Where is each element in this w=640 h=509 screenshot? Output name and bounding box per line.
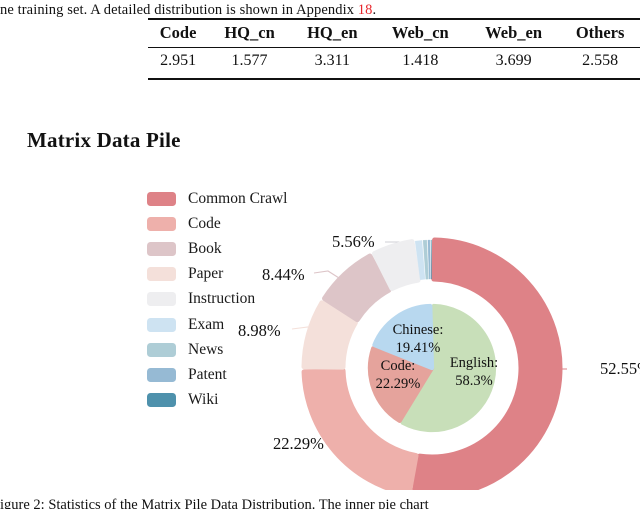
inner-pie-label-name: Code: [381, 358, 416, 374]
outer-percentage-label: 52.55% [600, 359, 640, 378]
data-distribution-donut-chart: 52.55% 22.29% 8.98% 8.44% 5.56% English: 58.3… [238, 232, 640, 490]
table-header-cell: HQ_en [307, 22, 358, 42]
figure-caption: igure 2: Statistics of the Matrix Pile D… [0, 497, 429, 509]
table-header-cell: Others [575, 22, 625, 42]
inner-pie-label-value: 22.29% [376, 376, 421, 392]
table-header-cell: HQ_cn [224, 22, 275, 42]
legend-item-label: Common Crawl [188, 189, 288, 207]
label-leader-line [313, 270, 340, 279]
legend-swatch-icon [147, 342, 176, 357]
legend-swatch-icon [147, 216, 176, 231]
doc-text-reference: 18 [357, 2, 373, 18]
table-header-cell: Web_cn [391, 22, 449, 42]
legend-item-label: Book [188, 239, 222, 257]
legend-item-label: Paper [188, 265, 224, 283]
legend-item-label: Wiki [188, 391, 219, 409]
legend-swatch-icon [147, 393, 176, 408]
inner-pie-label-name: English: [450, 355, 498, 371]
table-cell: 3.311 [314, 51, 350, 69]
legend-swatch-icon [147, 367, 176, 382]
doc-text-before: ne training set. A detailed distribution… [0, 2, 358, 18]
inner-pie-label-name: Chinese: [393, 322, 444, 338]
table-cell: 1.577 [231, 51, 268, 69]
legend-swatch-icon [147, 191, 176, 206]
legend-swatch-icon [147, 292, 176, 307]
legend-item-common-crawl[interactable]: Common Crawl [147, 186, 287, 211]
table-cell: 2.951 [160, 51, 197, 69]
legend-swatch-icon [147, 241, 176, 256]
document-text-line: ne training set. A detailed distribution… [0, 0, 640, 20]
legend-swatch-icon [147, 267, 176, 282]
outer-percentage-label: 8.44% [262, 265, 305, 284]
outer-slice-patent[interactable] [427, 239, 431, 280]
table-row: 2.951 1.577 3.311 1.418 3.699 2.558 [148, 46, 640, 75]
outer-percentage-label: 22.29% [273, 434, 324, 453]
legend-item-label: News [188, 340, 224, 358]
table-header-cell: Web_en [485, 22, 543, 42]
outer-slice-wiki[interactable] [430, 239, 432, 280]
table-cell: 2.558 [582, 51, 619, 69]
statistics-table: Code HQ_cn HQ_en Web_cn Web_en Others 2.… [148, 19, 640, 75]
inner-pie-label-value: 58.3% [455, 373, 492, 389]
table-cell: 1.418 [402, 51, 439, 69]
table-cell: 3.699 [495, 51, 532, 69]
table-header-row: Code HQ_cn HQ_en Web_cn Web_en Others [148, 19, 640, 46]
legend-item-label: Patent [188, 365, 227, 383]
inner-pie-label-value: 19.41% [396, 340, 441, 356]
legend-swatch-icon [147, 317, 176, 332]
legend-item-label: Exam [188, 315, 225, 333]
table-rule-bottom [148, 78, 640, 80]
outer-percentage-label: 8.98% [238, 321, 281, 340]
legend-item-label: Code [188, 214, 221, 232]
table-header-cell: Code [159, 22, 197, 42]
outer-percentage-label: 5.56% [332, 232, 375, 251]
doc-text-after: . [372, 2, 377, 18]
figure-title: Matrix Data Pile [27, 128, 181, 152]
